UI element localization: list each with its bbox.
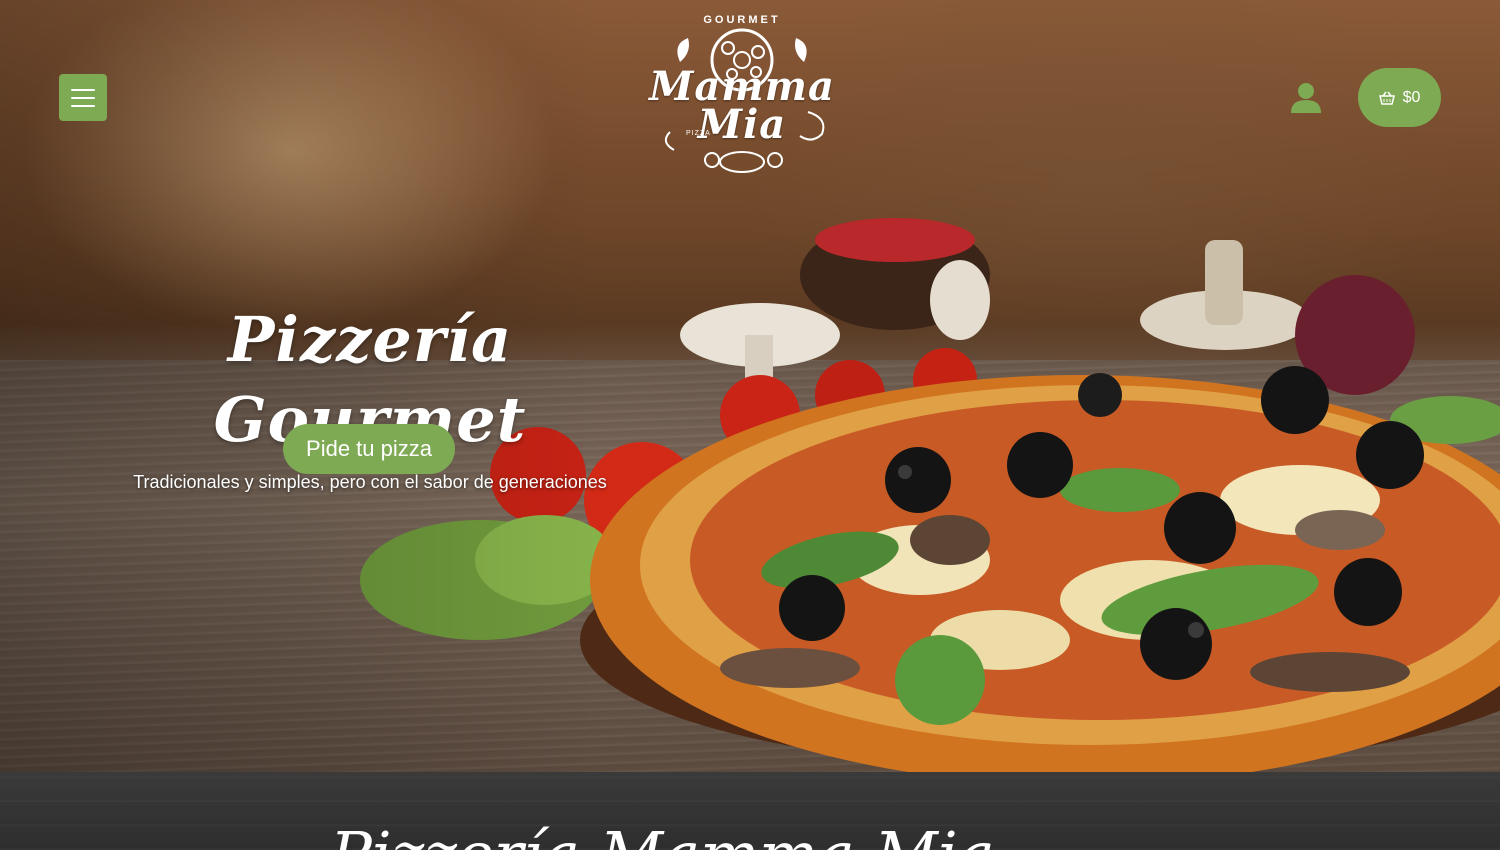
hamburger-icon-line	[71, 88, 95, 91]
logo-tagline: GOURMET	[703, 14, 781, 26]
hero-banner: GOURMET Mamma Mia PIZZA $0 Pizzería Gour…	[0, 0, 1500, 772]
basket-icon	[1378, 91, 1395, 105]
cart-total: $0	[1402, 88, 1421, 106]
logo-small-text: PIZZA	[686, 130, 711, 137]
section-title: Pizzería Mamma Mia	[330, 824, 995, 850]
user-icon[interactable]	[1288, 80, 1324, 116]
menu-button[interactable]	[59, 74, 107, 121]
logo[interactable]: GOURMET Mamma Mia PIZZA	[640, 12, 844, 184]
logo-name: Mamma Mia	[649, 63, 835, 148]
section-band: Pizzería Mamma Mia	[0, 772, 1500, 850]
order-pizza-button[interactable]: Pide tu pizza	[283, 424, 455, 474]
hamburger-icon-line	[71, 104, 95, 107]
cart-button[interactable]: $0	[1358, 68, 1441, 127]
hamburger-icon-line	[71, 96, 95, 99]
